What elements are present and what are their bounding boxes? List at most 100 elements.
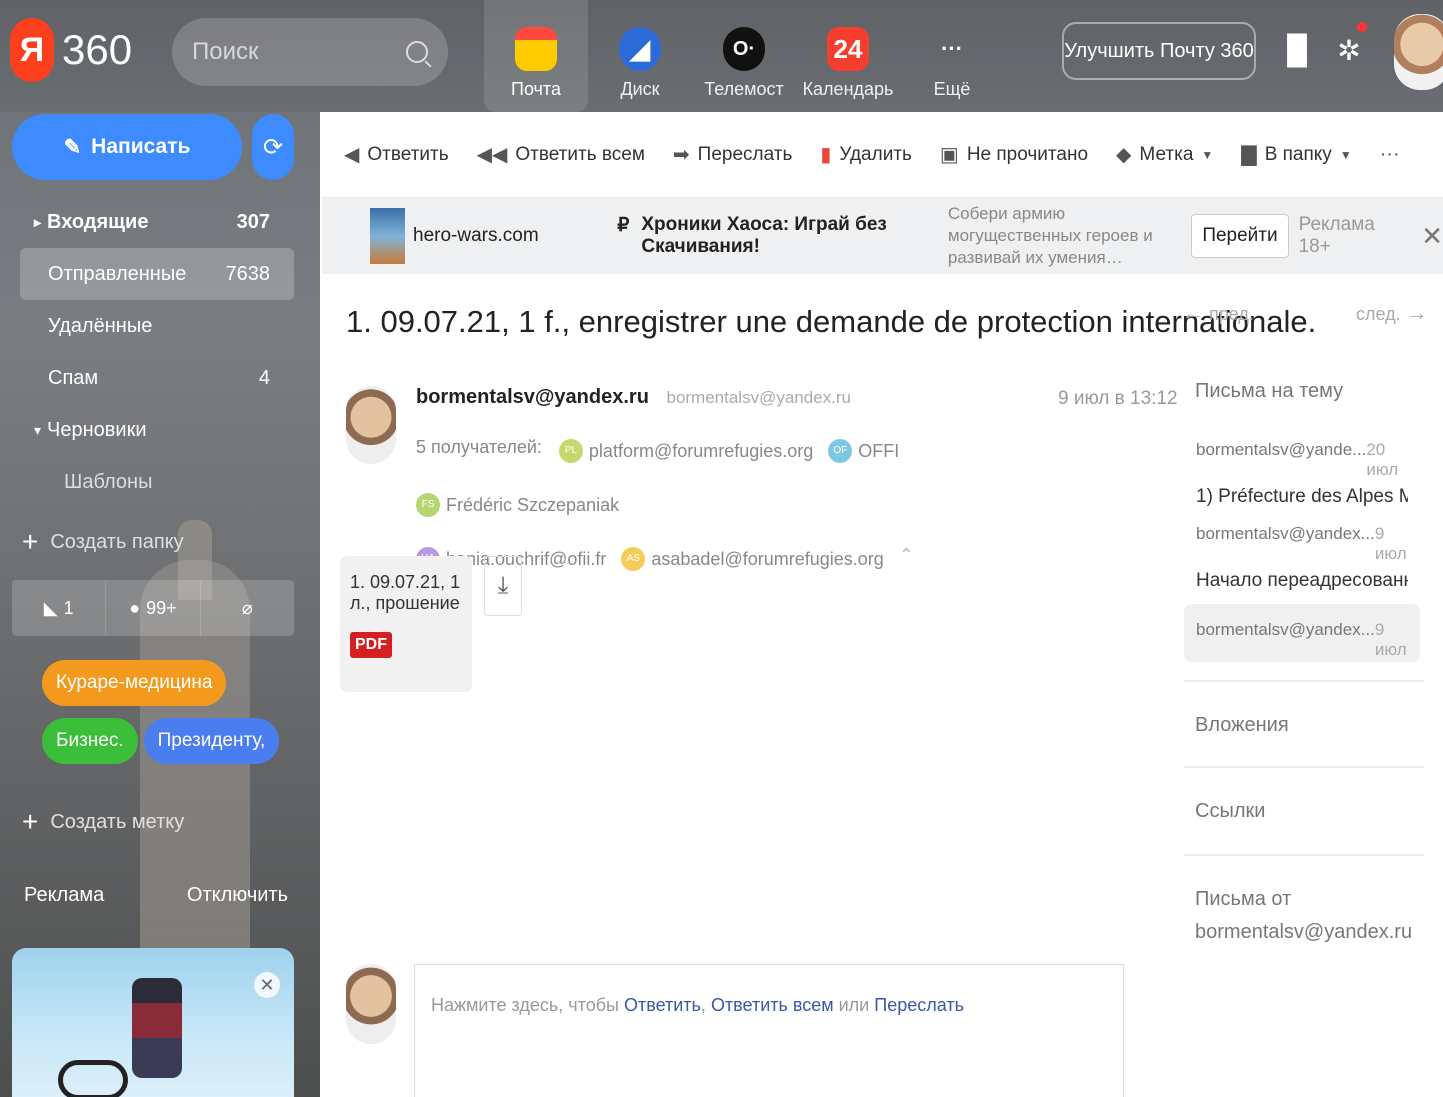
recipient-chip[interactable]: OF OFFI (828, 426, 899, 476)
close-icon[interactable]: ✕ (254, 972, 280, 998)
upgrade-button[interactable]: Улучшить Почту 360 (1062, 22, 1256, 80)
quick-reply-all-link[interactable]: Ответить всем (711, 995, 834, 1015)
attachment-card[interactable]: 1. 09.07.21, 1 л., прошение PDF (340, 556, 472, 692)
next-message-button[interactable]: след. → (1356, 300, 1428, 326)
sender-name[interactable]: bormentalsv@yandex.ru (416, 386, 649, 408)
pdf-icon: PDF (350, 632, 392, 658)
quick-reply-box[interactable]: Нажмите здесь, чтобы Ответить, Ответить … (414, 964, 1124, 1097)
my-avatar (346, 964, 396, 1044)
quick-filters: ◣ 1 ● 99+ ⌀ (12, 580, 294, 636)
service-more[interactable]: ··· Ещё (900, 0, 1004, 112)
delete-label: Удалить (839, 143, 912, 165)
create-label-button[interactable]: + Создать метку (22, 806, 184, 838)
folder-list: ▸ Входящие 307 Отправленные 7638 Удалённ… (20, 196, 294, 508)
filter-count: 99+ (146, 597, 177, 618)
service-mail[interactable]: Почта (484, 0, 588, 112)
download-button[interactable]: ⤓ (484, 556, 522, 616)
user-avatar[interactable] (1394, 14, 1443, 90)
reply-prompt: Нажмите здесь, чтобы (431, 995, 624, 1015)
attachments-section[interactable]: Вложения (1195, 714, 1289, 737)
folder-templates[interactable]: Шаблоны (20, 456, 294, 508)
logo-360-text: 360 (62, 26, 133, 73)
reply-button[interactable]: ◀ Ответить (344, 142, 449, 167)
reply-or: или (833, 995, 875, 1015)
filter-flagged[interactable]: ◣ 1 (12, 580, 107, 636)
service-disk[interactable]: ◢ Диск (588, 0, 692, 112)
thread-item[interactable]: bormentalsv@yandex... 9 июл Начало переад… (1184, 516, 1420, 600)
folder-drafts[interactable]: ▾ Черновики (20, 404, 294, 456)
quick-forward-link[interactable]: Переслать (874, 995, 964, 1015)
letters-from-address: bormentalsv@yandex.ru (1195, 921, 1413, 943)
yandex-360-logo[interactable]: Я 360 (10, 18, 132, 82)
recipient-name: asabadel@forumrefugies.org (651, 549, 884, 569)
search-icon[interactable] (406, 41, 428, 63)
recipient-chip[interactable]: AS asabadel@forumrefugies.org (621, 534, 884, 584)
reply-icon: ◀ (344, 144, 360, 166)
message-date: 9 июл в 13:12 (1058, 388, 1178, 409)
more-dots-icon: ··· (1379, 143, 1400, 165)
folder-count: 4 (258, 366, 270, 389)
label-dropdown-label: Метка (1139, 143, 1194, 165)
gear-icon[interactable]: ✲ (1334, 30, 1364, 70)
message-toolbar: ◀ Ответить ◀◀ Ответить всем ➡ Переслать … (322, 112, 1443, 198)
thread-item-current[interactable]: bormentalsv@yandex... 9 июл (1184, 604, 1420, 662)
delete-button[interactable]: ▮ Удалить (820, 142, 912, 167)
compose-label: Написать (91, 135, 191, 158)
reply-label: Ответить (367, 143, 449, 165)
recipient-chip[interactable]: PL platform@forumrefugies.org (558, 426, 814, 476)
ad-banner-title-text: Хроники Хаоса: Играй без Скачивания! (641, 214, 887, 257)
next-label: след. (1356, 304, 1401, 324)
links-section[interactable]: Ссылки (1195, 800, 1265, 823)
ad-banner-age-label: Реклама 18+ (1298, 214, 1375, 257)
folder-inbox[interactable]: ▸ Входящие 307 (20, 196, 294, 248)
filter-attachments[interactable]: ⌀ (201, 580, 294, 636)
service-calendar[interactable]: 24 Календарь (796, 0, 900, 112)
mark-unread-button[interactable]: ▣ Не прочитано (940, 142, 1088, 167)
recipient-avatar: OF (828, 439, 853, 463)
folder-count: 307 (236, 210, 270, 233)
ad-banner[interactable]: hero-wars.com ₽ Хроники Хаоса: Играй без… (322, 198, 1443, 274)
apps-toggle-icon[interactable]: ▐▌ (1277, 30, 1317, 70)
folder-sent[interactable]: Отправленные 7638 (20, 248, 294, 300)
ad-banner-description: Собери армию могущественных героев и раз… (947, 203, 1153, 268)
sender-avatar[interactable] (346, 386, 396, 464)
disk-icon: ◢ (619, 27, 661, 71)
quick-reply-link[interactable]: Ответить (624, 995, 701, 1015)
recipient-chip[interactable]: FS Frédéric Szczepaniak (416, 480, 619, 530)
chevron-down-icon: ▼ (1339, 147, 1352, 162)
search-input[interactable]: Поиск (172, 18, 448, 86)
reply-separator: , (700, 995, 711, 1015)
service-telemost[interactable]: O· Телемост (692, 0, 796, 112)
ad-banner-go-button[interactable]: Перейти (1191, 214, 1289, 258)
folder-label: Черновики (47, 418, 147, 441)
prev-message-button[interactable]: ← пред. (1182, 300, 1254, 326)
ad-chain-graphic (58, 1060, 128, 1097)
label-kurare[interactable]: Кураре-медицина (42, 660, 227, 706)
more-actions-button[interactable]: ··· (1380, 143, 1400, 166)
refresh-button[interactable]: ⟳ (252, 114, 294, 180)
move-to-folder-dropdown[interactable]: ▇ В папку ▼ (1241, 142, 1351, 167)
ad-disable-link[interactable]: Отключить (187, 884, 288, 907)
folder-label: Отправленные (48, 262, 187, 285)
label-dropdown[interactable]: ◆ Метка ▼ (1116, 142, 1213, 167)
recipient-name: Frédéric Szczepaniak (446, 495, 620, 515)
label-business[interactable]: Бизнес. (42, 718, 138, 764)
compose-button[interactable]: ✎ Написать (12, 114, 242, 180)
forward-button[interactable]: ➡ Переслать (673, 142, 792, 167)
reply-all-button[interactable]: ◀◀ Ответить всем (477, 142, 645, 167)
label-president[interactable]: Президенту, (143, 718, 280, 764)
divider (1184, 680, 1424, 682)
recipient-name: platform@forumrefugies.org (588, 441, 814, 461)
thread-item[interactable]: bormentalsv@yande... 20 июл 1) Préfecture… (1184, 432, 1420, 516)
create-folder-button[interactable]: + Создать папку (22, 526, 184, 558)
folder-spam[interactable]: Спам 4 (20, 352, 294, 404)
filter-unread[interactable]: ● 99+ (106, 580, 201, 636)
sidebar-ad-image[interactable]: ✕ (12, 948, 294, 1097)
ad-hero-figure (132, 978, 182, 1078)
letters-from-section[interactable]: Письма от bormentalsv@yandex.ru (1195, 888, 1412, 944)
close-icon[interactable]: ✕ (1421, 221, 1443, 252)
folder-deleted[interactable]: Удалённые (20, 300, 294, 352)
letters-from-label: Письма от (1195, 888, 1292, 910)
label-list: Кураре-медицина Бизнес. Президенту, (42, 660, 302, 776)
collapse-recipients-icon[interactable]: ⌃ (899, 545, 914, 565)
